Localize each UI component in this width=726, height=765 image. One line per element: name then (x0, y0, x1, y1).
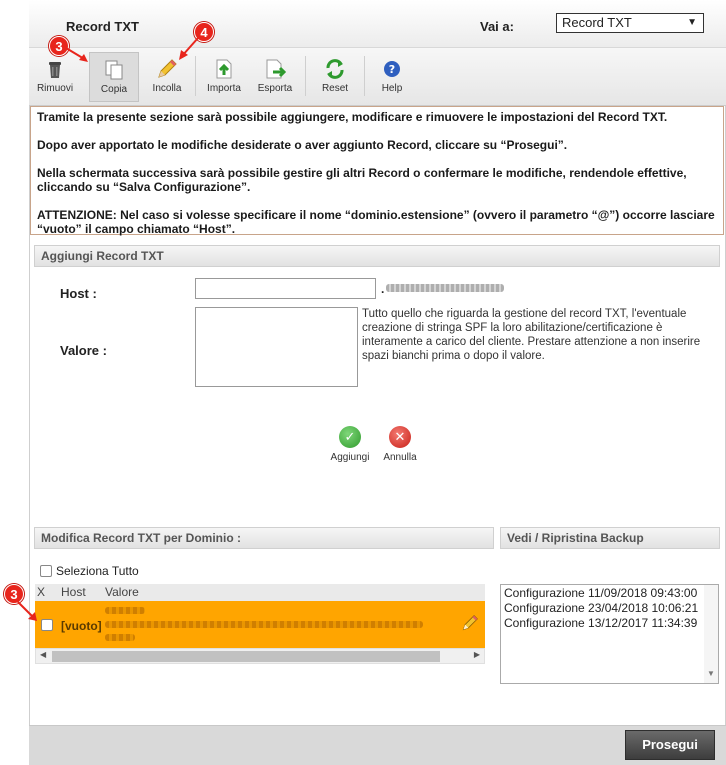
edit-section-header: Modifica Record TXT per Dominio : (34, 527, 494, 549)
redacted-value (105, 607, 145, 614)
host-label: Host : (60, 286, 97, 301)
prosegui-button[interactable]: Prosegui (625, 730, 715, 760)
rimuovi-label: Rimuovi (36, 83, 74, 94)
add-section-header: Aggiungi Record TXT (34, 245, 720, 267)
annotation-arrow-icon (179, 37, 199, 60)
domain-separator: . (381, 282, 385, 296)
edit-pencil-icon[interactable] (461, 612, 479, 634)
close-icon: ✕ (389, 426, 411, 448)
row-host: [vuoto] (61, 619, 102, 633)
svg-text:?: ? (389, 63, 395, 76)
backup-item[interactable]: Configurazione 13/12/2017 11:34:39 (504, 616, 715, 631)
page-footer (29, 725, 726, 765)
annulla-label: Annulla (383, 452, 417, 463)
backup-item[interactable]: Configurazione 23/04/2018 10:06:21 (504, 601, 715, 616)
info-paragraph: Nella schermata successiva sarà possibil… (37, 166, 687, 194)
backup-section-header: Vedi / Ripristina Backup (500, 527, 720, 549)
reset-button[interactable]: Reset (313, 52, 357, 102)
toolbar-separator (195, 56, 196, 96)
copia-label: Copia (100, 84, 128, 95)
help-icon: ? (384, 61, 400, 77)
scroll-right-icon[interactable]: ▶ (474, 650, 480, 659)
copia-button[interactable]: Copia (89, 52, 139, 102)
goto-label: Vai a: (480, 19, 514, 34)
select-all[interactable]: Seleziona Tutto (40, 564, 139, 578)
horizontal-scrollbar[interactable]: ◀ ▶ (35, 648, 485, 664)
scroll-down-icon[interactable]: ▼ (707, 666, 715, 681)
importa-button[interactable]: Importa (202, 52, 246, 102)
valore-help-text: Tutto quello che riguarda la gestione de… (362, 308, 701, 362)
info-box: Tramite la presente sezione sarà possibi… (30, 106, 724, 236)
page-header: Record TXT Vai a: Record TXT ▼ (29, 0, 726, 48)
copy-icon (105, 60, 123, 80)
page-title: Record TXT (66, 19, 139, 34)
select-all-label: Seleziona Tutto (56, 564, 139, 578)
annotation-arrow-icon (65, 47, 88, 62)
export-icon (266, 59, 286, 79)
records-table-header: X Host Valore (35, 584, 485, 601)
toolbar-separator (364, 56, 365, 96)
reset-label: Reset (321, 83, 349, 94)
help-button[interactable]: ? Help (372, 52, 412, 102)
info-paragraph: Tramite la presente sezione sarà possibi… (37, 110, 668, 124)
goto-selected-value: Record TXT (562, 15, 632, 30)
redacted-value (105, 621, 423, 628)
pencil-icon (158, 59, 177, 78)
domain-name-redacted (386, 284, 504, 292)
incolla-label: Incolla (152, 83, 182, 94)
scroll-thumb[interactable] (52, 651, 440, 662)
col-x: X (37, 585, 46, 599)
trash-icon (49, 62, 61, 78)
refresh-icon (326, 59, 344, 79)
vertical-scrollbar[interactable]: ▼ (704, 585, 718, 683)
check-icon: ✓ (339, 426, 361, 448)
dropdown-arrow-icon: ▼ (687, 17, 697, 28)
toolbar-separator (305, 56, 306, 96)
goto-select[interactable]: Record TXT ▼ (556, 13, 704, 33)
backup-list[interactable]: Configurazione 11/09/2018 09:43:00 Confi… (500, 584, 719, 684)
valore-textarea[interactable] (195, 307, 358, 387)
toolbar: Rimuovi Copia Incolla Importa Esporta Re… (29, 48, 726, 106)
esporta-label: Esporta (257, 83, 293, 94)
esporta-button[interactable]: Esporta (253, 52, 297, 102)
aggiungi-button[interactable]: ✓ Aggiungi (325, 426, 375, 463)
table-row[interactable]: [vuoto] (35, 601, 485, 648)
annotation-arrow-icon (17, 601, 37, 621)
host-input[interactable] (195, 278, 376, 299)
import-icon (216, 59, 232, 79)
info-paragraph: Dopo aver apportato le modifiche desider… (37, 138, 568, 152)
info-paragraph: ATTENZIONE: Nel caso si volesse specific… (37, 208, 715, 236)
backup-item[interactable]: Configurazione 11/09/2018 09:43:00 (504, 586, 715, 601)
annulla-button[interactable]: ✕ Annulla (375, 426, 425, 463)
aggiungi-label: Aggiungi (330, 452, 370, 463)
help-label: Help (381, 83, 403, 94)
row-checkbox[interactable] (41, 619, 53, 631)
col-valore: Valore (105, 585, 139, 599)
valore-label: Valore : (60, 343, 107, 358)
col-host: Host (61, 585, 86, 599)
importa-label: Importa (207, 83, 241, 94)
select-all-checkbox[interactable] (40, 565, 52, 577)
redacted-value (105, 634, 135, 641)
scroll-left-icon[interactable]: ◀ (40, 650, 46, 659)
